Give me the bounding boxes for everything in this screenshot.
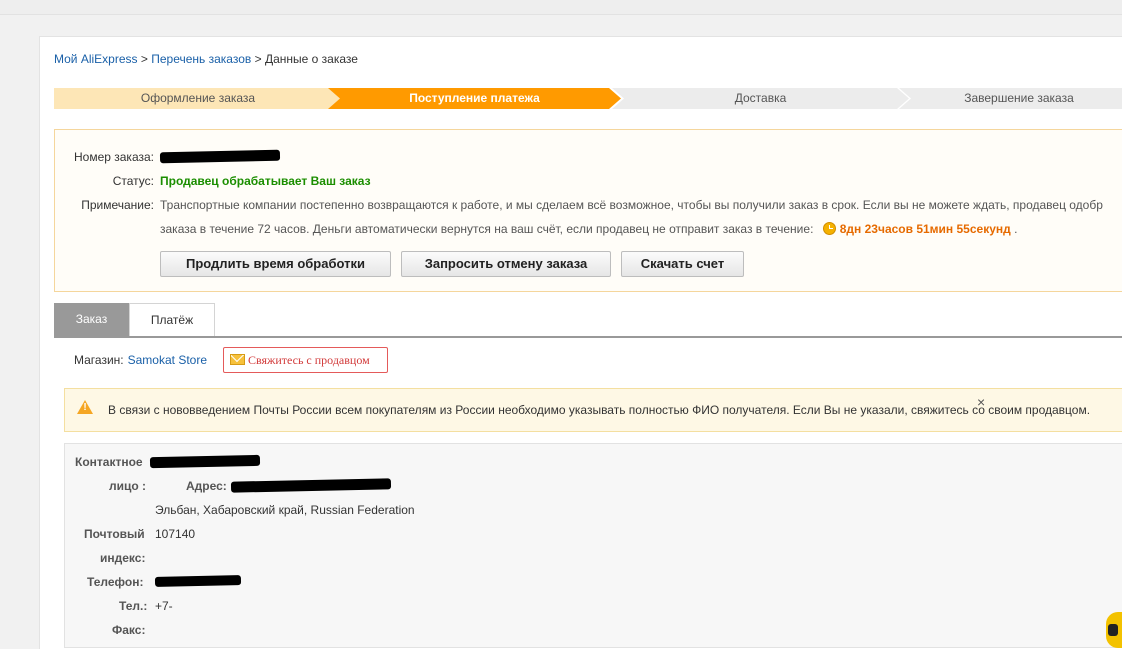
warning-text: В связи с нововведением Почты России все… <box>108 403 1091 417</box>
step-payment-received: Поступление платежа <box>328 88 621 109</box>
breadcrumb-my-aliexpress[interactable]: Мой AliExpress <box>54 52 138 66</box>
timer-suffix: . <box>1014 222 1018 236</box>
contact-info-box <box>64 443 1122 648</box>
status-value: Продавец обрабатывает Ваш заказ <box>160 174 371 188</box>
note-line-2-wrap: заказа в течение 72 часов. Деньги автома… <box>160 222 1017 236</box>
redacted-contact-name <box>149 454 261 469</box>
shop-label: Магазин: <box>74 353 124 367</box>
chat-widget-icon[interactable] <box>1106 612 1122 648</box>
address-label: Адрес: <box>186 479 227 493</box>
breadcrumb: Мой AliExpress > Перечень заказов > Данн… <box>54 52 358 66</box>
order-number-label: Номер заказа: <box>73 150 154 164</box>
note-line-2: заказа в течение 72 часов. Деньги автома… <box>160 222 814 236</box>
order-progress-steps: Оформление заказа Доставка Завершение за… <box>54 88 1122 109</box>
address-line: Эльбан, Хабаровский край, Russian Federa… <box>155 503 415 517</box>
tab-payment[interactable]: Платёж <box>129 303 215 336</box>
extend-processing-button[interactable]: Продлить время обработки <box>160 251 391 277</box>
contact-person-label-1: Контактное <box>75 455 143 469</box>
breadcrumb-order-list[interactable]: Перечень заказов <box>151 52 251 66</box>
clock-icon <box>822 222 836 235</box>
contact-seller-label: Свяжитесь с продавцом <box>248 353 370 367</box>
phone-label: Телефон: <box>87 575 144 589</box>
redacted-phone <box>154 575 242 587</box>
status-label: Статус: <box>112 174 154 188</box>
note-label: Примечание: <box>81 198 154 212</box>
breadcrumb-current: Данные о заказе <box>264 52 358 66</box>
request-cancel-button[interactable]: Запросить отмену заказа <box>401 251 611 277</box>
shop-name-link[interactable]: Samokat Store <box>128 353 207 367</box>
postal-label-1: Почтовый <box>84 527 145 541</box>
postal-code: 107140 <box>155 527 196 541</box>
order-tabs: Заказ Платёж <box>54 303 1122 338</box>
russian-post-warning: ! В связи с нововведением Почты России в… <box>64 388 1122 432</box>
close-icon[interactable]: × <box>977 394 985 410</box>
note-line-1: Транспортные компании постепенно возвращ… <box>160 198 1103 212</box>
breadcrumb-separator: > <box>254 52 262 66</box>
step-order-placed: Оформление заказа <box>54 88 342 109</box>
tel-value: +7- <box>155 599 173 613</box>
download-invoice-button[interactable]: Скачать счет <box>621 251 744 277</box>
step-order-complete: Завершение заказа <box>899 88 1122 109</box>
shop-row: Магазин: Samokat Store <box>74 347 207 373</box>
tab-order[interactable]: Заказ <box>54 303 129 336</box>
tel-label: Тел.: <box>119 599 148 613</box>
breadcrumb-separator: > <box>140 52 148 66</box>
browser-top-strip <box>0 0 1122 15</box>
step-delivery: Доставка <box>612 88 909 109</box>
postal-label-2: индекс: <box>100 551 146 565</box>
contact-seller-button[interactable]: Свяжитесь с продавцом <box>223 347 388 373</box>
mail-icon <box>230 354 245 365</box>
processing-timer: 8дн 23часов 51мин 55секунд <box>839 222 1011 236</box>
warning-icon: ! <box>77 400 93 414</box>
fax-label: Факс: <box>112 623 146 637</box>
contact-person-label-2: лицо : <box>109 479 147 493</box>
